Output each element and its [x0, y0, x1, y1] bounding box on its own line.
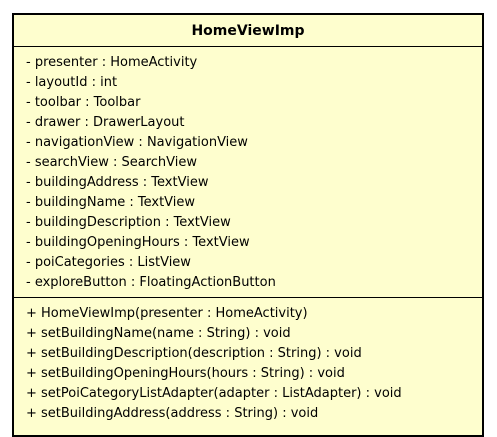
attribute: - poiCategories : ListView	[26, 255, 191, 270]
uml-class-box: HomeViewImp - presenter : HomeActivity -…	[12, 13, 484, 437]
attribute: - drawer : DrawerLayout	[26, 115, 185, 130]
attribute: - buildingDescription : TextView	[26, 215, 231, 230]
attribute: - exploreButton : FloatingActionButton	[26, 275, 276, 290]
attribute: - searchView : SearchView	[26, 155, 198, 170]
operation: + HomeViewImp(presenter : HomeActivity)	[26, 306, 308, 321]
class-name: HomeViewImp	[191, 22, 305, 39]
operation: + setBuildingAddress(address : String) :…	[26, 406, 319, 421]
attribute: - layoutId : int	[26, 75, 118, 90]
attribute: - buildingAddress : TextView	[26, 175, 209, 190]
operation: + setBuildingDescription(description : S…	[26, 346, 362, 361]
attribute: - buildingName : TextView	[26, 195, 196, 210]
operation: + setPoiCategoryListAdapter(adapter : Li…	[26, 386, 402, 401]
attributes-compartment: - presenter : HomeActivity - layoutId : …	[14, 47, 482, 298]
operation: + setBuildingName(name : String) : void	[26, 326, 291, 341]
attribute: - buildingOpeningHours : TextView	[26, 235, 250, 250]
operation: + setBuildingOpeningHours(hours : String…	[26, 366, 345, 381]
attribute: - toolbar : Toolbar	[26, 95, 141, 110]
attribute: - navigationView : NavigationView	[26, 135, 248, 150]
operations-compartment: + HomeViewImp(presenter : HomeActivity) …	[14, 298, 482, 424]
attribute: - presenter : HomeActivity	[26, 55, 198, 70]
class-header: HomeViewImp	[14, 15, 482, 47]
